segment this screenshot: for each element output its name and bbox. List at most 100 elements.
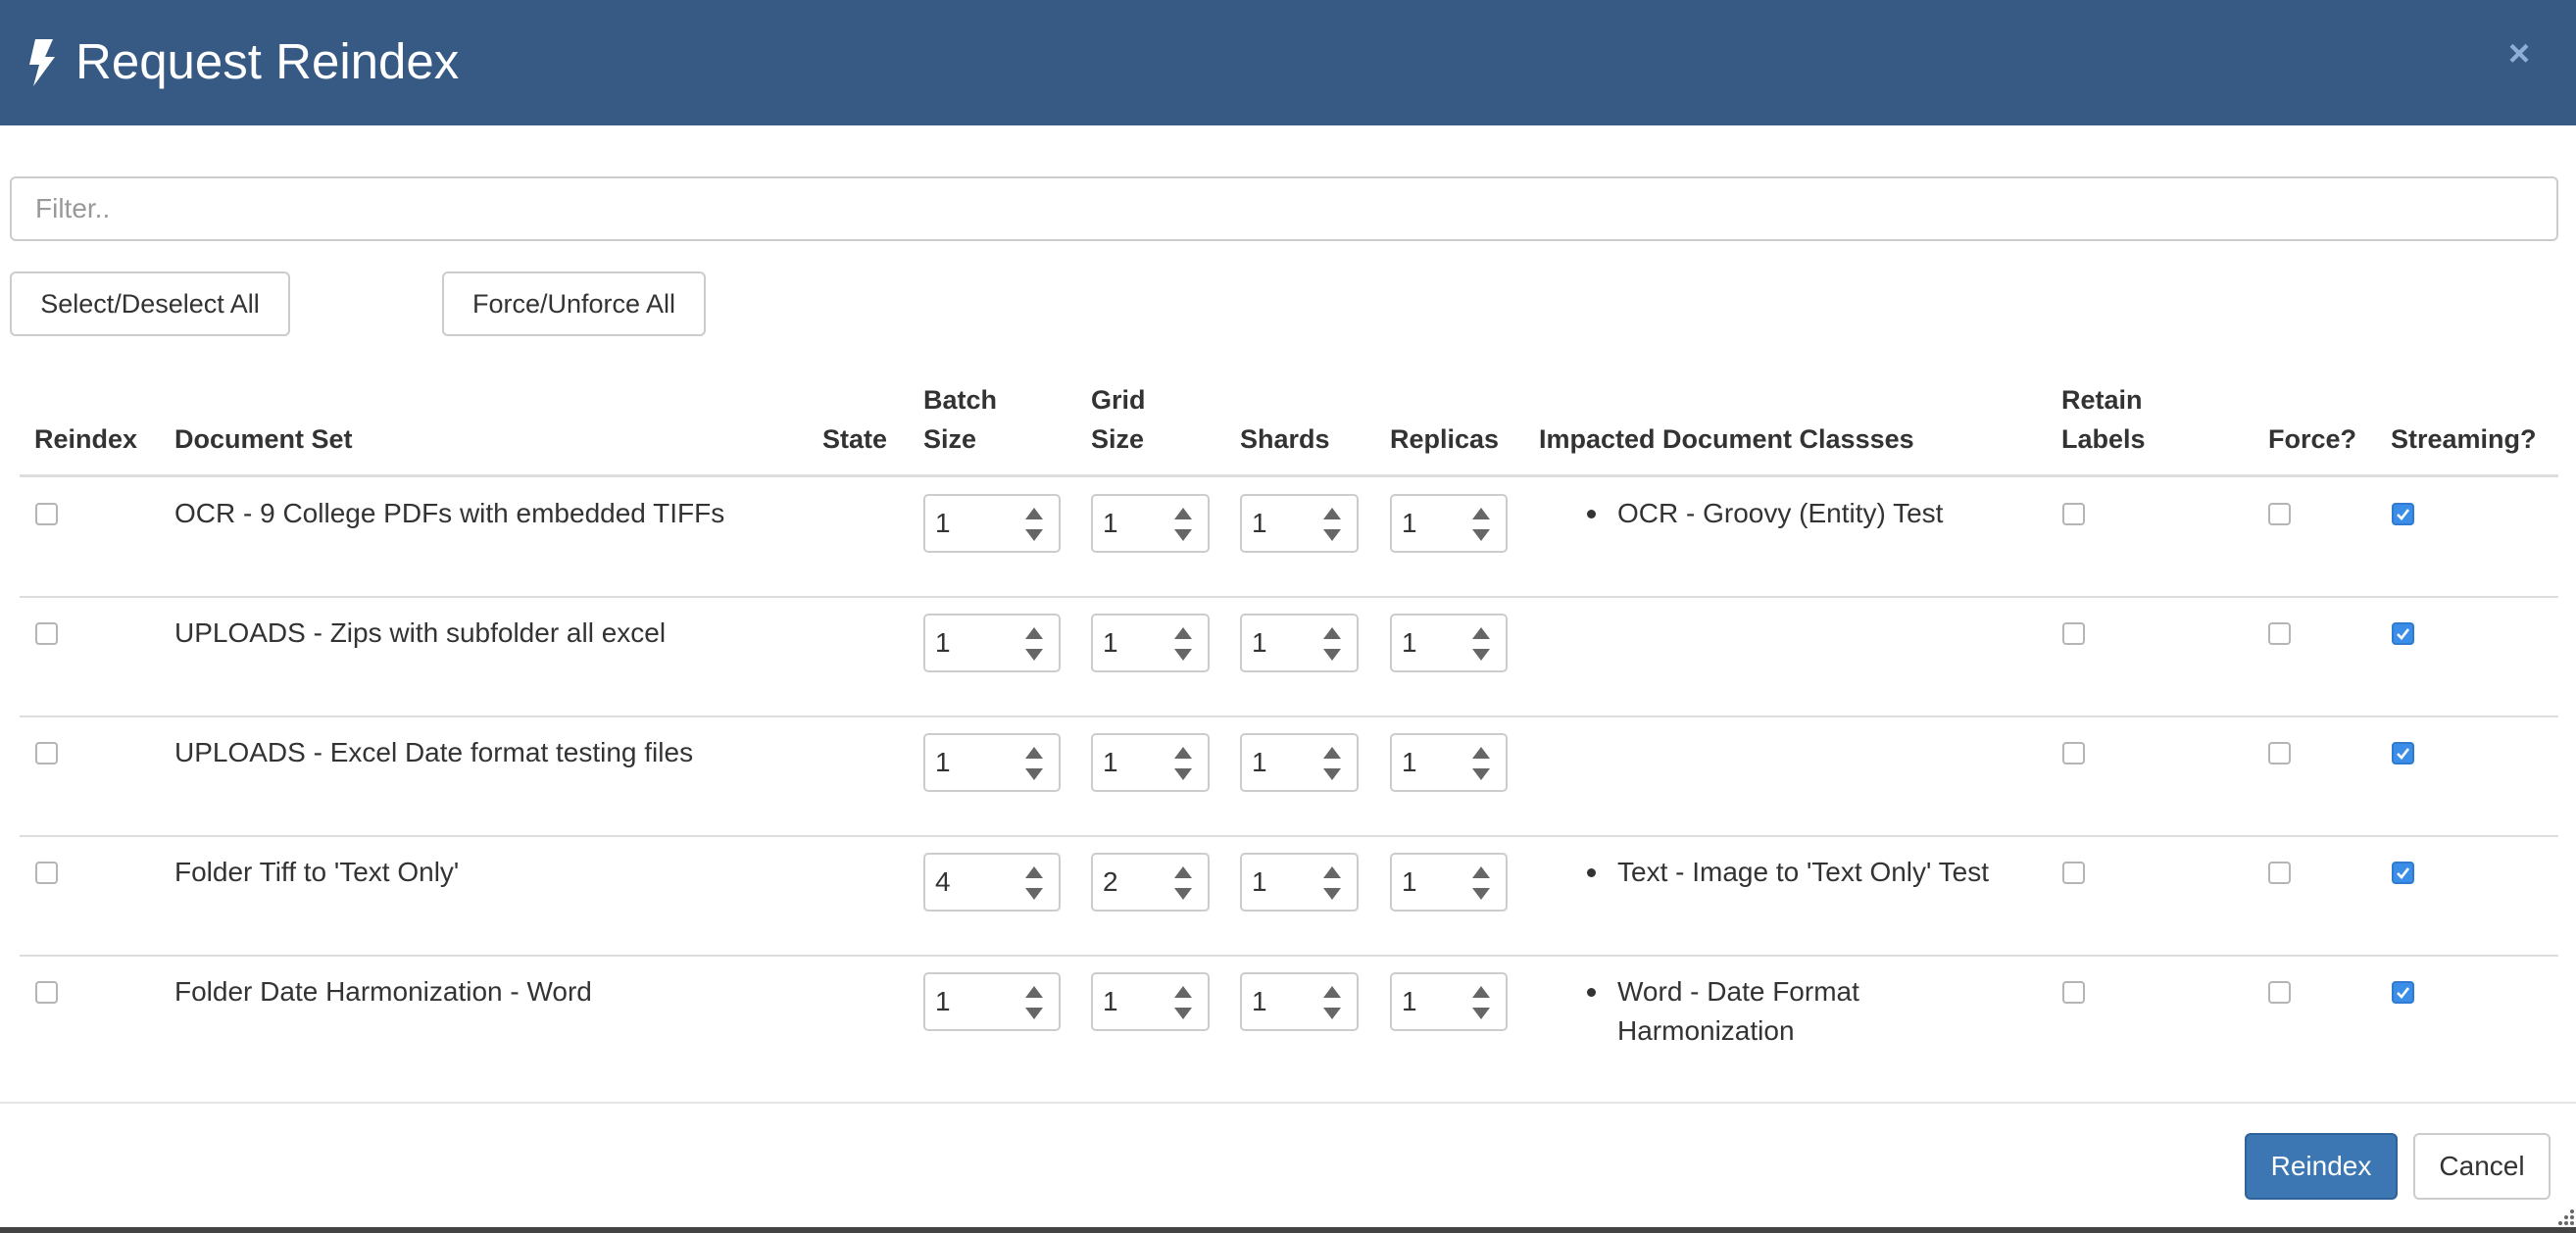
bullet-icon (1587, 988, 1596, 997)
grid-size-input[interactable]: 1 (1091, 614, 1210, 672)
grid-size-input[interactable]: 1 (1091, 733, 1210, 792)
replicas-input[interactable]: 1 (1390, 614, 1508, 672)
shards-value: 1 (1252, 508, 1267, 538)
impacted-class-item: Text - Image to 'Text Only' Test (1617, 857, 1989, 887)
impacted-class-item-line1: Word - Date Format (1617, 976, 1859, 1007)
header-retain-labels-line2: Labels (2061, 424, 2146, 454)
grid-size-input[interactable]: 1 (1091, 494, 1210, 553)
shards-value: 1 (1252, 986, 1267, 1016)
batch-size-input[interactable]: 1 (923, 972, 1061, 1031)
force-checkbox[interactable] (2268, 503, 2291, 525)
spinner-arrows-icon[interactable] (1174, 986, 1192, 1019)
header-grid-size-line2: Size (1091, 424, 1145, 454)
shards-input[interactable]: 1 (1240, 972, 1359, 1031)
header-impacted-classes: Impacted Document Classses (1539, 424, 1914, 454)
replicas-value: 1 (1402, 747, 1417, 777)
spinner-arrows-icon[interactable] (1025, 508, 1043, 541)
spinner-arrows-icon[interactable] (1323, 508, 1341, 541)
checkmark-icon (2397, 628, 2410, 640)
replicas-input[interactable]: 1 (1390, 494, 1508, 553)
spinner-arrows-icon[interactable] (1174, 866, 1192, 900)
spinner-arrows-icon[interactable] (1174, 508, 1192, 541)
batch-size-input[interactable]: 1 (923, 614, 1061, 672)
grid-size-value: 1 (1103, 627, 1118, 658)
cancel-button[interactable]: Cancel (2413, 1133, 2551, 1200)
spinner-arrows-icon[interactable] (1472, 508, 1490, 541)
spinner-arrows-icon[interactable] (1025, 986, 1043, 1019)
replicas-value: 1 (1402, 866, 1417, 897)
force-unforce-all-button[interactable]: Force/Unforce All (442, 271, 706, 336)
spinner-arrows-icon[interactable] (1323, 747, 1341, 780)
spinner-arrows-icon[interactable] (1323, 866, 1341, 900)
select-deselect-all-button[interactable]: Select/Deselect All (10, 271, 290, 336)
batch-size-value: 1 (935, 508, 951, 538)
force-checkbox[interactable] (2268, 981, 2291, 1004)
retain-labels-checkbox[interactable] (2062, 503, 2085, 525)
spinner-arrows-icon[interactable] (1174, 747, 1192, 780)
checkmark-icon (2397, 987, 2410, 999)
reindex-checkbox[interactable] (35, 503, 58, 525)
spinner-arrows-icon[interactable] (1323, 627, 1341, 661)
bullet-icon (1587, 868, 1596, 877)
spinner-arrows-icon[interactable] (1472, 986, 1490, 1019)
header-retain-labels-line1: Retain (2061, 385, 2143, 415)
row-divider (20, 955, 2558, 957)
header-force: Force? (2268, 424, 2357, 454)
close-icon[interactable]: × (2500, 29, 2539, 78)
replicas-input[interactable]: 1 (1390, 972, 1508, 1031)
streaming-checkbox[interactable] (2392, 503, 2414, 525)
header-streaming: Streaming? (2391, 424, 2537, 454)
replicas-value: 1 (1402, 627, 1417, 658)
force-checkbox[interactable] (2268, 862, 2291, 884)
streaming-checkbox[interactable] (2392, 862, 2414, 884)
reindex-checkbox[interactable] (35, 981, 58, 1004)
shards-value: 1 (1252, 627, 1267, 658)
spinner-arrows-icon[interactable] (1472, 747, 1490, 780)
reindex-checkbox[interactable] (35, 622, 58, 645)
header-divider (20, 474, 2558, 477)
shards-input[interactable]: 1 (1240, 494, 1359, 553)
spinner-arrows-icon[interactable] (1025, 747, 1043, 780)
header-batch-size-line1: Batch (923, 385, 998, 415)
streaming-checkbox[interactable] (2392, 742, 2414, 764)
grid-size-value: 1 (1103, 508, 1118, 538)
resize-grip-icon[interactable] (2556, 1208, 2576, 1227)
retain-labels-checkbox[interactable] (2062, 742, 2085, 764)
grid-size-input[interactable]: 2 (1091, 853, 1210, 912)
batch-size-input[interactable]: 1 (923, 494, 1061, 553)
footer-divider (0, 1102, 2576, 1104)
retain-labels-checkbox[interactable] (2062, 862, 2085, 884)
document-set-name: Folder Date Harmonization - Word (174, 976, 592, 1007)
replicas-input[interactable]: 1 (1390, 853, 1508, 912)
streaming-checkbox[interactable] (2392, 981, 2414, 1004)
checkmark-icon (2397, 867, 2410, 879)
grid-size-input[interactable]: 1 (1091, 972, 1210, 1031)
header-document-set: Document Set (174, 424, 353, 454)
spinner-arrows-icon[interactable] (1323, 986, 1341, 1019)
spinner-arrows-icon[interactable] (1025, 866, 1043, 900)
document-set-name: Folder Tiff to 'Text Only' (174, 857, 460, 887)
shards-input[interactable]: 1 (1240, 614, 1359, 672)
reindex-checkbox[interactable] (35, 862, 58, 884)
spinner-arrows-icon[interactable] (1472, 627, 1490, 661)
bolt-icon (29, 39, 55, 86)
batch-size-input[interactable]: 4 (923, 853, 1061, 912)
batch-size-value: 1 (935, 986, 951, 1016)
spinner-arrows-icon[interactable] (1025, 627, 1043, 661)
reindex-button[interactable]: Reindex (2245, 1133, 2398, 1200)
replicas-input[interactable]: 1 (1390, 733, 1508, 792)
shards-input[interactable]: 1 (1240, 853, 1359, 912)
impacted-class-item: OCR - Groovy (Entity) Test (1617, 498, 1944, 528)
batch-size-input[interactable]: 1 (923, 733, 1061, 792)
spinner-arrows-icon[interactable] (1472, 866, 1490, 900)
spinner-arrows-icon[interactable] (1174, 627, 1192, 661)
retain-labels-checkbox[interactable] (2062, 981, 2085, 1004)
streaming-checkbox[interactable] (2392, 622, 2414, 645)
force-checkbox[interactable] (2268, 742, 2291, 764)
shards-input[interactable]: 1 (1240, 733, 1359, 792)
force-checkbox[interactable] (2268, 622, 2291, 645)
reindex-checkbox[interactable] (35, 742, 58, 764)
retain-labels-checkbox[interactable] (2062, 622, 2085, 645)
filter-input[interactable] (10, 176, 2558, 241)
document-set-name: OCR - 9 College PDFs with embedded TIFFs (174, 498, 725, 528)
